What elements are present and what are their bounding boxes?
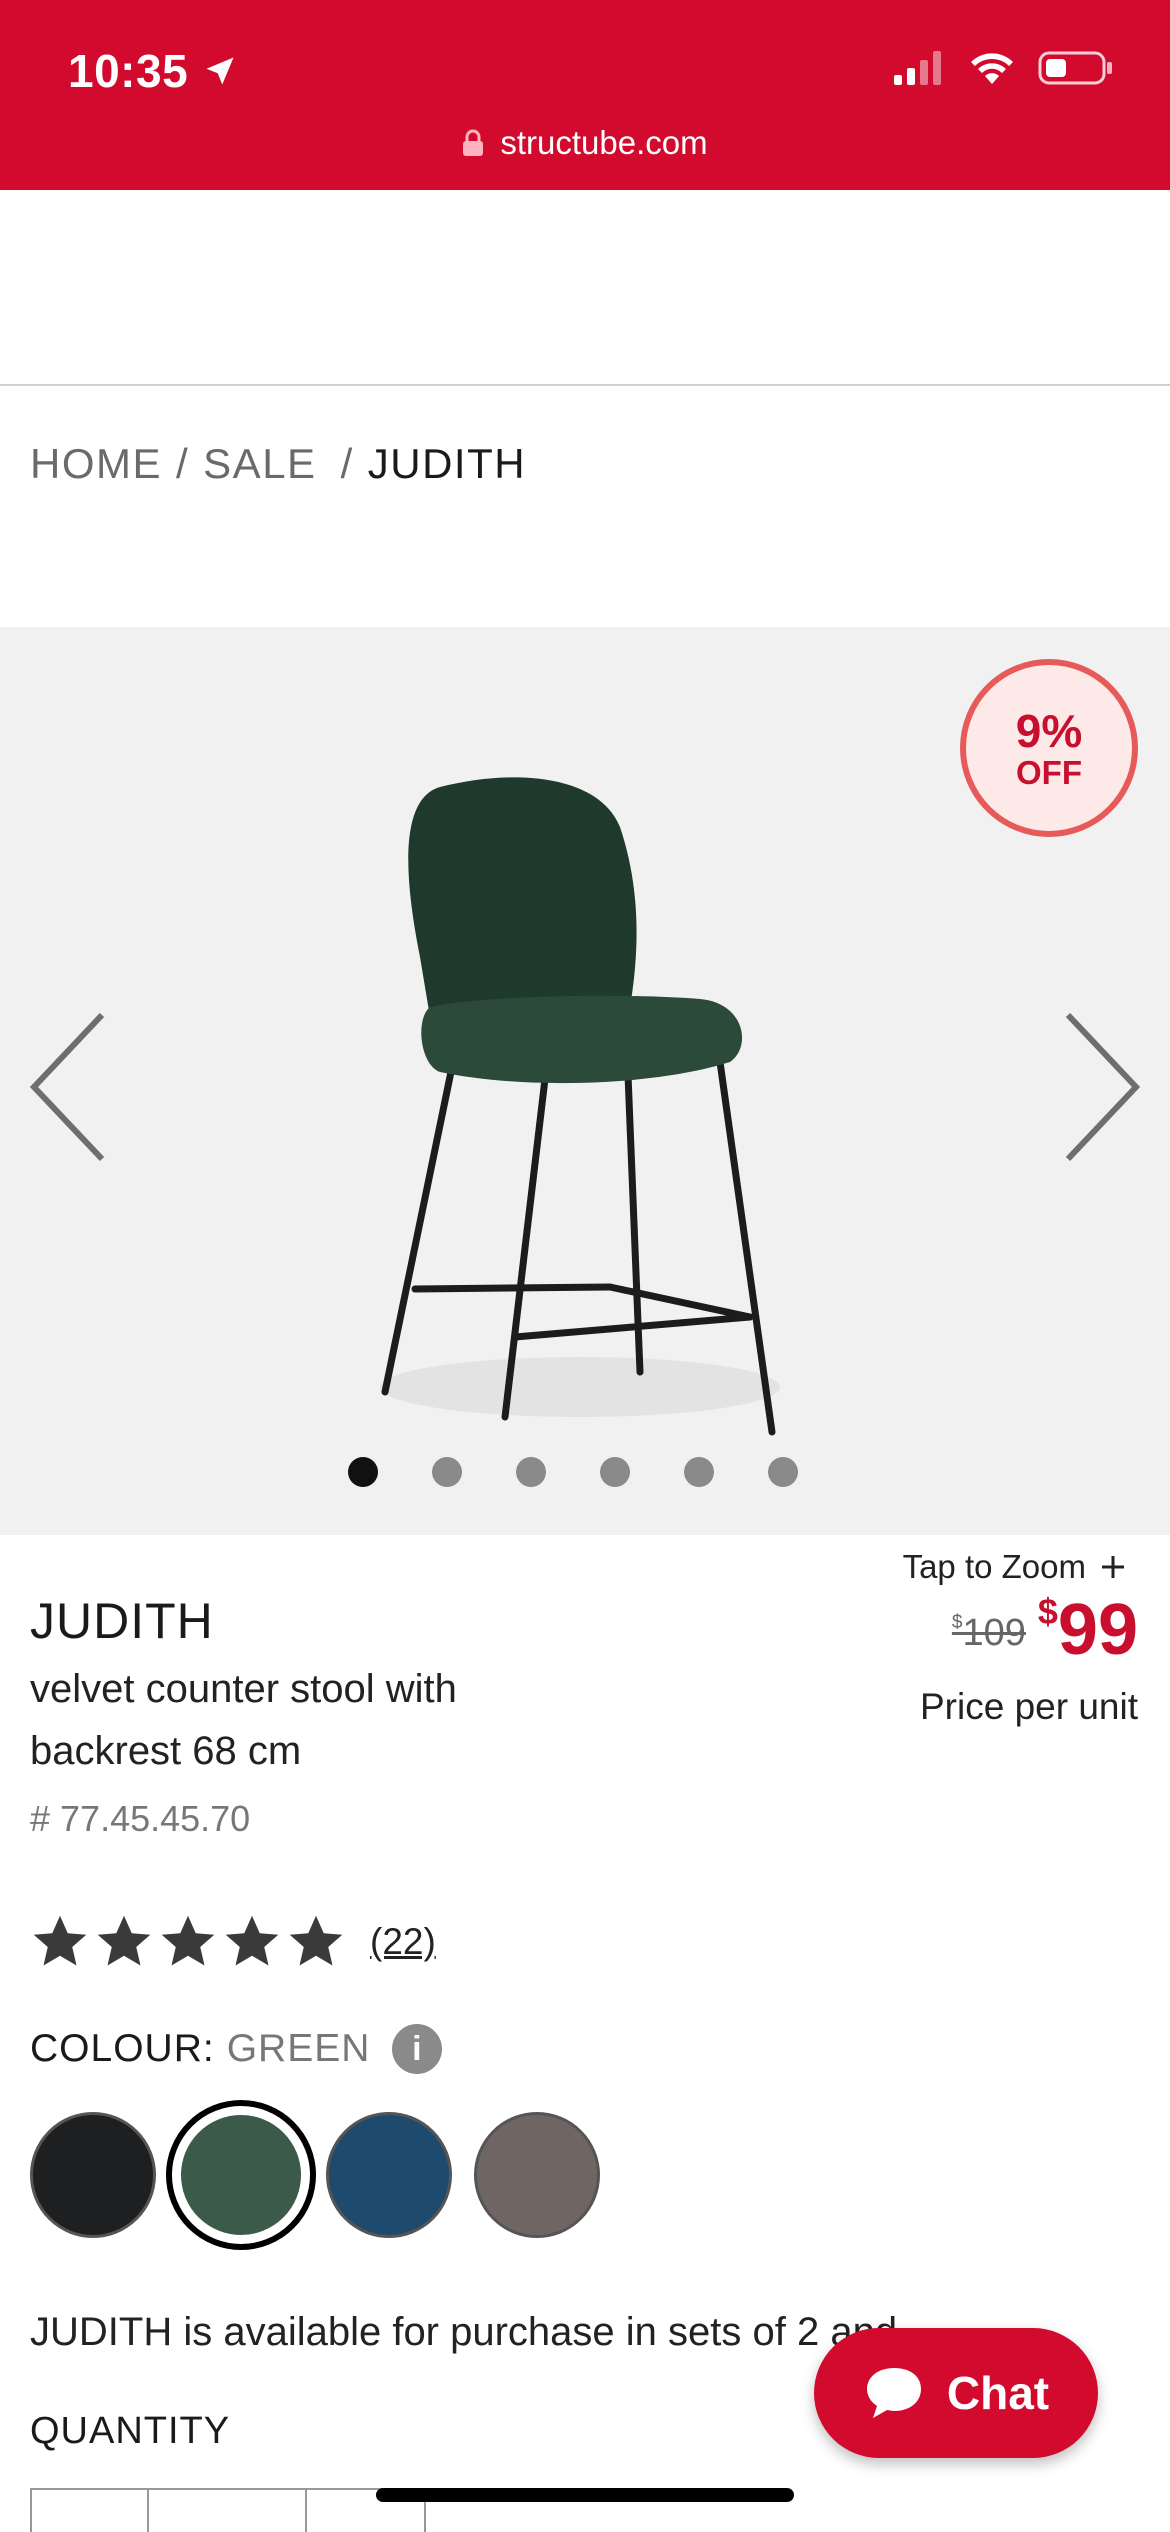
colour-value: GREEN xyxy=(226,2027,371,2070)
tap-to-zoom[interactable]: Tap to Zoom xyxy=(903,1548,1126,1586)
lock-icon xyxy=(463,129,484,156)
quantity-decrease-button[interactable] xyxy=(32,2490,150,2532)
product-gallery[interactable]: 9% OFF xyxy=(0,627,1170,1535)
star-icon xyxy=(161,1915,215,1966)
carousel-dot[interactable] xyxy=(684,1457,714,1487)
browser-top-bar: 10:35 structube.com xyxy=(0,0,1170,190)
previous-image-arrow-icon[interactable] xyxy=(20,1007,120,1167)
chat-label: Chat xyxy=(946,2367,1050,2419)
price-block: $109 $99 xyxy=(952,1588,1138,1667)
carousel-dot[interactable] xyxy=(516,1457,546,1487)
carousel-dots xyxy=(348,1457,798,1487)
chat-bubble-icon xyxy=(866,2368,921,2418)
carousel-dot[interactable] xyxy=(600,1457,630,1487)
chat-button[interactable]: Chat xyxy=(814,2328,1098,2458)
colour-swatches xyxy=(30,2100,600,2250)
battery-icon xyxy=(1038,51,1112,85)
colour-swatch-green[interactable] xyxy=(166,2100,316,2250)
old-price-value: 109 xyxy=(962,1612,1026,1654)
quantity-value[interactable] xyxy=(149,2490,307,2532)
colour-swatch-blue[interactable] xyxy=(326,2112,452,2238)
old-price: $109 xyxy=(952,1612,1026,1655)
url-text: structube.com xyxy=(500,124,708,161)
breadcrumb-separator: / xyxy=(340,440,354,487)
colour-swatch-black[interactable] xyxy=(30,2112,156,2238)
price-per-unit: Price per unit xyxy=(920,1686,1138,1727)
sale-price-currency: $ xyxy=(1037,1591,1058,1632)
colour-swatch-grey[interactable] xyxy=(474,2112,600,2238)
carousel-dot[interactable] xyxy=(432,1457,462,1487)
tap-to-zoom-label: Tap to Zoom xyxy=(902,1548,1086,1585)
signal-icon xyxy=(894,51,941,85)
quantity-label: QUANTITY xyxy=(30,2410,231,2452)
review-count-link[interactable]: (22) xyxy=(370,1921,436,1963)
wifi-icon xyxy=(971,53,1013,84)
carousel-dot[interactable] xyxy=(768,1457,798,1487)
product-sku: # 77.45.45.70 xyxy=(30,1798,251,1839)
colour-label: COLOUR: xyxy=(30,2027,215,2070)
star-icon xyxy=(33,1915,87,1966)
breadcrumb-sale[interactable]: SALE xyxy=(203,440,316,488)
info-icon[interactable]: i xyxy=(392,2024,443,2074)
sale-price-value: 99 xyxy=(1057,1590,1138,1670)
sale-price: $99 xyxy=(1037,1591,1138,1667)
breadcrumb-home[interactable]: HOME xyxy=(30,440,162,488)
carousel-dot[interactable] xyxy=(348,1457,378,1487)
breadcrumb-current: JUDITH xyxy=(367,440,527,487)
colour-selector-label: COLOUR: GREEN i xyxy=(30,2024,443,2074)
rating[interactable]: (22) xyxy=(30,1912,436,1972)
plus-icon xyxy=(1102,1556,1124,1578)
discount-badge: 9% OFF xyxy=(960,659,1138,837)
product-subtitle: velvet counter stool with backrest 68 cm xyxy=(30,1667,457,1773)
availability-note: JUDITH is available for purchase in sets… xyxy=(30,2310,898,2354)
old-price-currency: $ xyxy=(951,1612,963,1633)
star-icon xyxy=(289,1915,343,1966)
site-header xyxy=(0,190,1170,386)
next-image-arrow-icon[interactable] xyxy=(1050,1007,1150,1167)
rating-stars xyxy=(30,1912,346,1972)
star-icon xyxy=(225,1915,279,1966)
discount-off-label: OFF xyxy=(1016,753,1082,791)
time-text: 10:35 xyxy=(68,45,189,97)
location-arrow-icon xyxy=(206,57,234,85)
quantity-stepper[interactable] xyxy=(30,2488,426,2532)
status-icons xyxy=(894,50,1114,86)
discount-percent: 9% xyxy=(1015,704,1083,757)
status-time: 10:35 xyxy=(68,44,238,98)
product-title: JUDITH xyxy=(30,1593,214,1649)
home-indicator xyxy=(376,2488,794,2502)
star-icon xyxy=(97,1915,151,1966)
breadcrumb: HOME / SALE / JUDITH xyxy=(30,440,526,488)
breadcrumb-separator: / xyxy=(176,440,190,487)
url-bar[interactable]: structube.com xyxy=(0,124,1170,162)
